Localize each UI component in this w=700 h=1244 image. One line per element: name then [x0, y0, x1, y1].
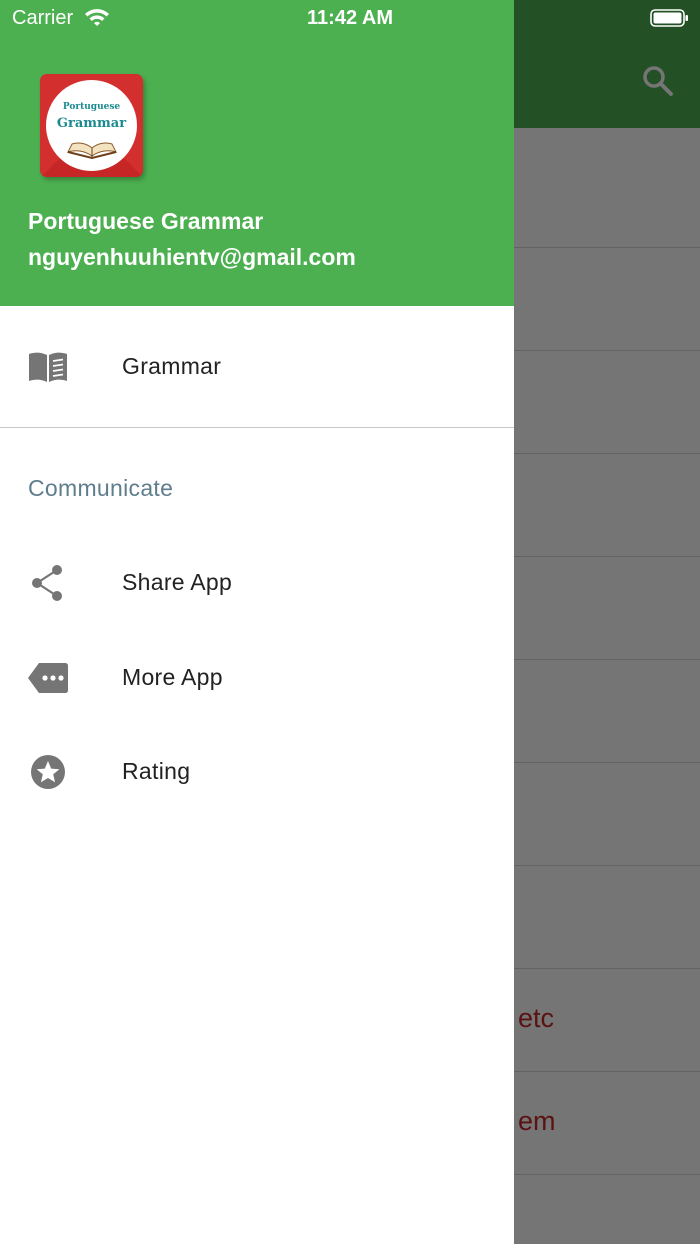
logo-circle: Portuguese Grammar [46, 80, 137, 171]
star-icon [27, 751, 69, 793]
drawer-header: Portuguese Grammar Portuguese Grammar ng… [0, 0, 514, 306]
clock: 11:42 AM [307, 7, 393, 29]
open-book-icon [66, 138, 118, 160]
section-title-communicate: Communicate [28, 475, 174, 501]
drawer-item-label: Grammar [122, 353, 222, 379]
drawer-divider [0, 427, 514, 428]
drawer-item-share-app[interactable]: Share App [0, 536, 514, 631]
more-tag-icon [27, 657, 69, 699]
status-bar: Carrier 11:42 AM [0, 0, 700, 36]
book-icon [27, 346, 69, 388]
logo-text-line1: Portuguese [62, 102, 121, 112]
navigation-drawer: Portuguese Grammar Portuguese Grammar ng… [0, 0, 514, 1244]
drawer-user-email: nguyenhuuhientv@gmail.com [28, 244, 356, 270]
drawer-item-label: Share App [122, 569, 233, 595]
drawer-item-rating[interactable]: Rating [0, 725, 514, 820]
drawer-app-name: Portuguese Grammar [28, 208, 264, 234]
drawer-item-more-app[interactable]: More App [0, 631, 514, 726]
share-icon [27, 562, 69, 604]
battery-icon [650, 9, 690, 27]
logo-text-line2: Grammar [56, 116, 127, 131]
app-logo: Portuguese Grammar [40, 74, 143, 177]
drawer-item-label: More App [122, 664, 223, 690]
drawer-item-grammar[interactable]: Grammar [0, 320, 514, 415]
drawer-item-label: Rating [122, 758, 191, 784]
